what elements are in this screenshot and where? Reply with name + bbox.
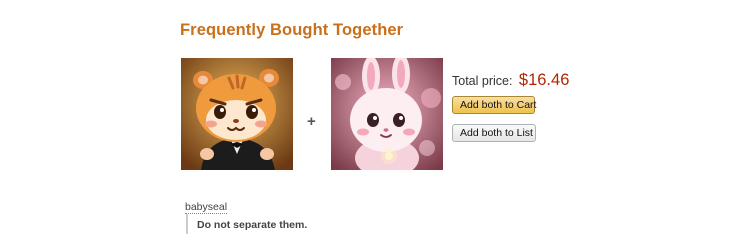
bunny-character-image	[331, 58, 443, 170]
product-image-bunny[interactable]	[331, 58, 443, 170]
product-image-hamster[interactable]	[181, 58, 293, 170]
plus-separator: +	[307, 113, 316, 130]
section-title: Frequently Bought Together	[180, 21, 404, 39]
post-quote-text: Do not separate them.	[197, 219, 308, 231]
total-price-label: Total price:	[452, 74, 513, 88]
total-price-row: Total price: $16.46	[452, 71, 569, 90]
quote-divider	[186, 214, 188, 234]
add-both-to-list-button[interactable]: Add both to List	[452, 124, 536, 142]
total-price-value: $16.46	[518, 71, 570, 89]
hamster-character-image	[181, 58, 293, 170]
post-username-link[interactable]: babyseal	[185, 201, 228, 214]
add-both-to-cart-button[interactable]: Add both to Cart	[452, 96, 536, 114]
